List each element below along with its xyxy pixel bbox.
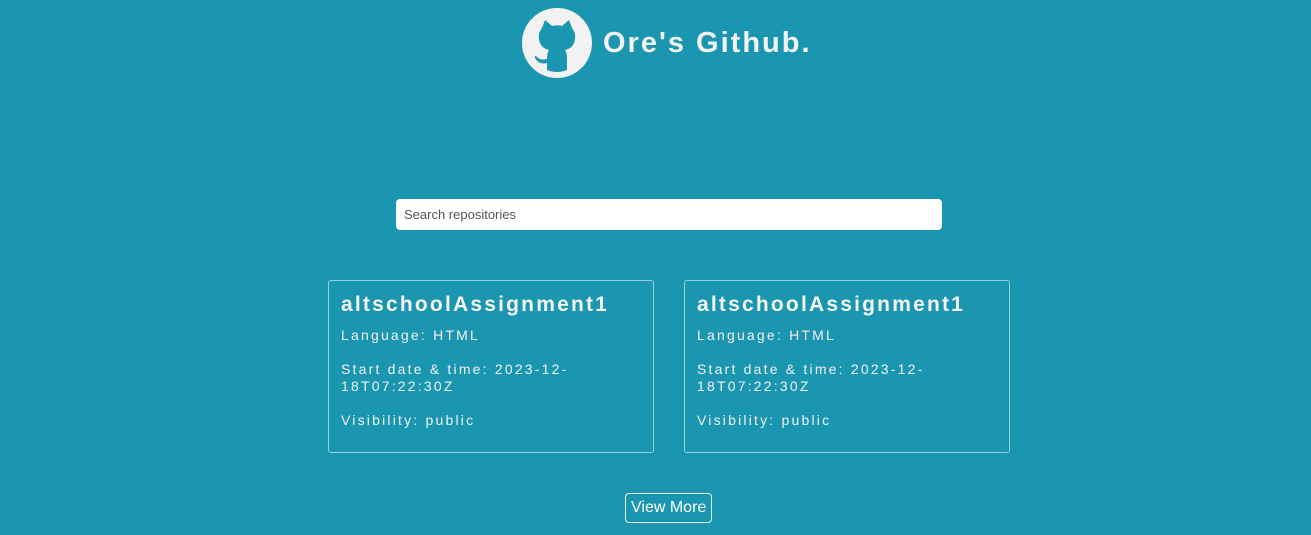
view-more-button[interactable]: View More <box>625 493 713 523</box>
repo-visibility: Visibility: public <box>697 412 832 428</box>
repo-card: altschoolAssignment1 Language: HTML Star… <box>328 280 654 453</box>
repo-name: altschoolAssignment1 <box>341 293 610 316</box>
site-header: Ore's Github. <box>522 8 812 78</box>
repo-language: Language: HTML <box>341 327 480 343</box>
repo-name: altschoolAssignment1 <box>697 293 966 316</box>
repo-visibility: Visibility: public <box>341 412 476 428</box>
site-title: Ore's Github. <box>603 26 812 59</box>
search-input[interactable] <box>396 199 942 230</box>
repo-list: altschoolAssignment1 Language: HTML Star… <box>328 280 1010 453</box>
github-octocat-icon <box>522 8 592 78</box>
repo-card: altschoolAssignment1 Language: HTML Star… <box>684 280 1010 453</box>
repo-start-date: Start date & time: 2023-12-18T07:22:30Z <box>697 361 925 394</box>
repo-language: Language: HTML <box>697 327 836 343</box>
repo-start-date: Start date & time: 2023-12-18T07:22:30Z <box>341 361 569 394</box>
